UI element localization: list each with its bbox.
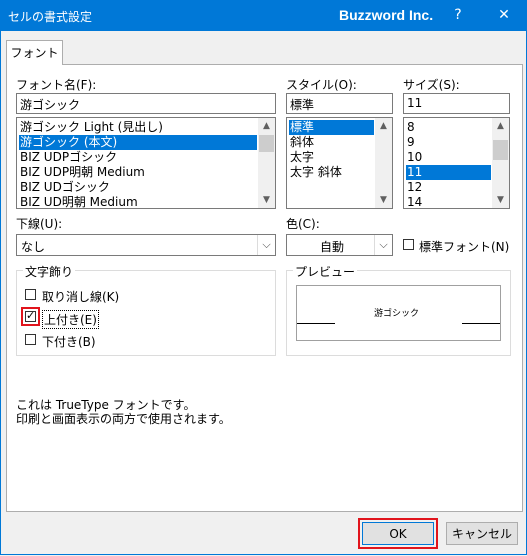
style-list[interactable]: 標準 斜体 太字 太字 斜体 ▲ ▼ — [286, 117, 393, 209]
underline-value: なし — [21, 240, 46, 254]
strikethrough-label[interactable]: 取り消し線(K) — [42, 288, 119, 305]
size-input[interactable]: 11 — [403, 93, 510, 114]
subscript-label[interactable]: 下付き(B) — [42, 333, 96, 350]
font-list-item[interactable]: BIZ UD明朝 Medium — [19, 195, 257, 208]
preview-baseline-left — [297, 323, 335, 324]
font-name-label: フォント名(F): — [16, 78, 97, 92]
scroll-down-icon[interactable]: ▼ — [258, 192, 275, 208]
font-list-item[interactable]: 游ゴシック Light (見出し) — [19, 120, 257, 135]
tab-font[interactable]: フォント — [6, 40, 63, 65]
color-label: 色(C): — [286, 217, 320, 231]
chevron-down-icon[interactable]: ⌵ — [374, 235, 392, 255]
style-list-item[interactable]: 太字 — [289, 150, 374, 165]
tab-font-label: フォント — [10, 46, 59, 60]
ok-button[interactable]: OK — [362, 522, 434, 545]
superscript-label[interactable]: 上付き(E) — [42, 310, 99, 329]
color-value: 自動 — [320, 240, 345, 254]
style-list-item[interactable]: 太字 斜体 — [289, 165, 374, 180]
font-list-item[interactable]: BIZ UDPゴシック — [19, 150, 257, 165]
preview-sample: 游ゴシック — [374, 309, 420, 319]
font-list-item[interactable]: BIZ UDゴシック — [19, 180, 257, 195]
effects-label: 文字飾り — [23, 263, 76, 280]
size-list-item[interactable]: 10 — [406, 150, 491, 165]
info-line-2: 印刷と画面表示の両方で使用されます。 — [16, 412, 231, 426]
strikethrough-checkbox[interactable] — [25, 289, 36, 300]
size-label: サイズ(S): — [403, 78, 460, 92]
style-value: 標準 — [290, 98, 315, 112]
size-list-item-selected[interactable]: 11 — [406, 165, 491, 180]
scroll-up-icon[interactable]: ▲ — [258, 118, 275, 134]
superscript-checkbox[interactable] — [25, 309, 36, 322]
scroll-thumb[interactable] — [493, 140, 508, 160]
preview-box: 游ゴシック — [296, 285, 501, 341]
underline-label: 下線(U): — [16, 217, 63, 231]
style-label: スタイル(O): — [286, 78, 357, 92]
style-list-scrollbar[interactable]: ▲ ▼ — [375, 118, 392, 208]
font-list-scrollbar[interactable]: ▲ ▼ — [258, 118, 275, 208]
scroll-up-icon[interactable]: ▲ — [375, 118, 392, 134]
style-list-item[interactable]: 斜体 — [289, 135, 374, 150]
style-input[interactable]: 標準 — [286, 93, 393, 114]
subscript-checkbox[interactable] — [25, 334, 36, 345]
font-list-item-selected[interactable]: 游ゴシック (本文) — [19, 135, 257, 150]
normal-font-checkbox[interactable] — [403, 239, 414, 250]
chevron-down-icon[interactable]: ⌵ — [257, 235, 275, 255]
cancel-button[interactable]: キャンセル — [446, 522, 518, 545]
underline-dropdown[interactable]: なし ⌵ — [16, 234, 276, 256]
brand-label: Buzzword Inc. — [339, 7, 434, 23]
style-list-item-selected[interactable]: 標準 — [289, 120, 374, 135]
preview-baseline-right — [462, 323, 500, 324]
size-list-item[interactable]: 14 — [406, 195, 491, 208]
close-button[interactable]: ✕ — [489, 4, 519, 26]
size-list[interactable]: 8 9 10 11 12 14 ▲ ▼ — [403, 117, 510, 209]
font-name-list[interactable]: 游ゴシック Light (見出し) 游ゴシック (本文) BIZ UDPゴシック… — [16, 117, 276, 209]
size-list-item[interactable]: 12 — [406, 180, 491, 195]
size-value: 11 — [407, 96, 423, 110]
scroll-down-icon[interactable]: ▼ — [375, 192, 392, 208]
font-name-input[interactable]: 游ゴシック — [16, 93, 276, 114]
size-list-item[interactable]: 9 — [406, 135, 491, 150]
preview-label: プレビュー — [293, 263, 358, 280]
size-list-item[interactable]: 8 — [406, 120, 491, 135]
scroll-up-icon[interactable]: ▲ — [492, 118, 509, 134]
scroll-thumb[interactable] — [259, 135, 274, 152]
size-list-scrollbar[interactable]: ▲ ▼ — [492, 118, 509, 208]
color-dropdown[interactable]: 自動 ⌵ — [286, 234, 393, 256]
normal-font-label[interactable]: 標準フォント(N) — [419, 238, 509, 255]
font-list-item[interactable]: BIZ UDP明朝 Medium — [19, 165, 257, 180]
title-bar: セルの書式設定 Buzzword Inc. ? ✕ — [0, 0, 527, 31]
font-name-value: 游ゴシック — [20, 98, 81, 112]
help-button[interactable]: ? — [443, 4, 473, 26]
scroll-down-icon[interactable]: ▼ — [492, 192, 509, 208]
window-title: セルの書式設定 — [8, 10, 93, 24]
